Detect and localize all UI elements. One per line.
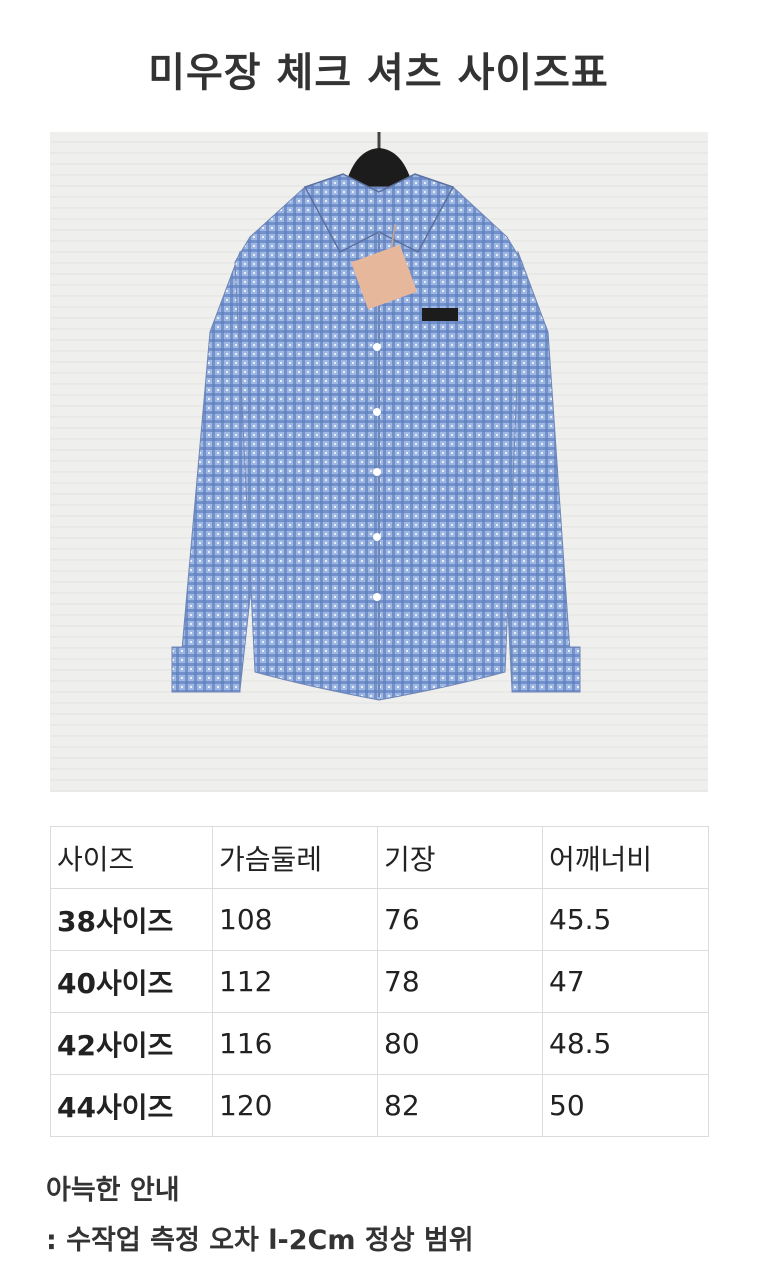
product-photo	[50, 132, 708, 792]
size-cell: 40사이즈	[50, 950, 213, 1013]
chest-cell: 116	[212, 1012, 378, 1075]
table-row: 42사이즈 116 80 48.5	[50, 1012, 709, 1075]
note-body: : 수작업 측정 오차 l-2Cm 정상 범위	[46, 1225, 474, 1256]
length-cell: 80	[377, 1012, 543, 1075]
size-cell: 42사이즈	[50, 1012, 213, 1075]
page-title: 미우장 체크 셔츠 사이즈표	[148, 50, 609, 96]
header-length: 기장	[377, 826, 543, 889]
table-header-row: 사이즈 가슴둘레 기장 어깨너비	[50, 826, 709, 889]
table-row: 40사이즈 112 78 47	[50, 950, 709, 1013]
table-row: 44사이즈 120 82 50	[50, 1074, 709, 1137]
header-chest: 가슴둘레	[212, 826, 378, 889]
shoulder-cell: 47	[542, 950, 709, 1013]
size-cell: 44사이즈	[50, 1074, 213, 1137]
shirt-illustration	[171, 132, 581, 701]
header-size: 사이즈	[50, 826, 213, 889]
size-table: 사이즈 가슴둘레 기장 어깨너비 38사이즈 108 76 45.5 40사이즈…	[50, 826, 709, 1137]
shoulder-cell: 48.5	[542, 1012, 709, 1075]
chest-cell: 112	[212, 950, 378, 1013]
length-cell: 76	[377, 888, 543, 951]
header-shoulder: 어깨너비	[542, 826, 709, 889]
table-row: 38사이즈 108 76 45.5	[50, 888, 709, 951]
length-cell: 78	[377, 950, 543, 1013]
size-cell: 38사이즈	[50, 888, 213, 951]
note-title: 아늑한 안내	[46, 1175, 180, 1206]
chest-cell: 120	[212, 1074, 378, 1137]
length-cell: 82	[377, 1074, 543, 1137]
chest-cell: 108	[212, 888, 378, 951]
shoulder-cell: 50	[542, 1074, 709, 1137]
shoulder-cell: 45.5	[542, 888, 709, 951]
